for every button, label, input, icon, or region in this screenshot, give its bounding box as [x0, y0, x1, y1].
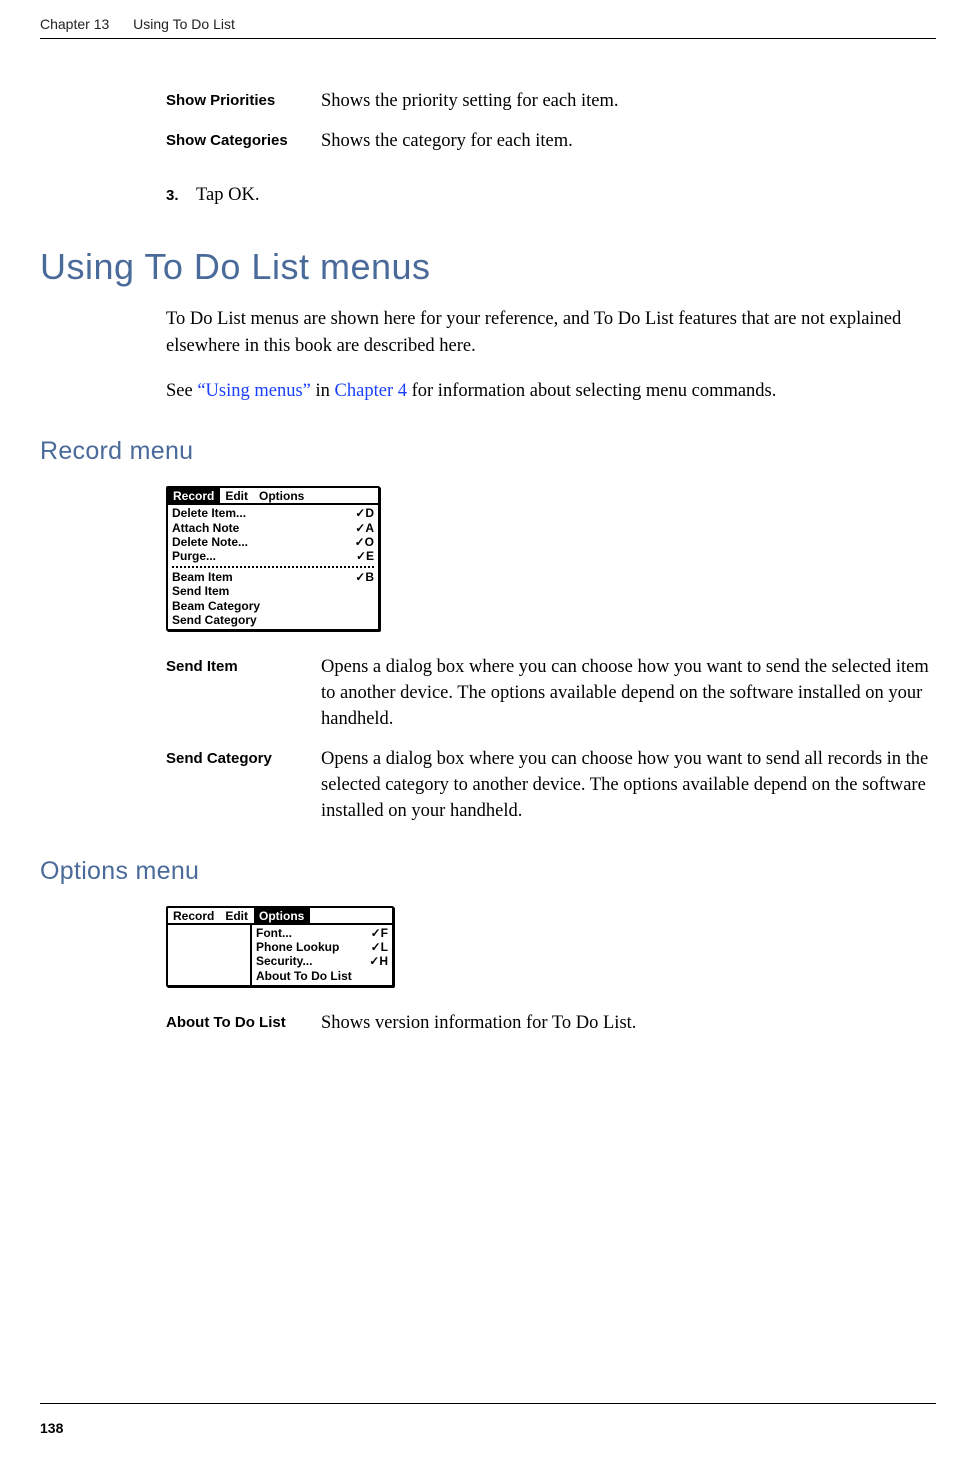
def-desc: Opens a dialog box where you can choose … [321, 655, 936, 733]
record-menu-screenshot: Record Edit Options Delete Item...✓D Att… [166, 486, 380, 631]
def-row: Show Priorities Shows the priority setti… [166, 89, 936, 115]
menu-item: Send Category [172, 613, 374, 627]
menu-separator [172, 566, 374, 568]
def-label: Show Categories [166, 129, 321, 149]
body-paragraph: See “Using menus” in Chapter 4 for infor… [166, 378, 936, 405]
tab-edit: Edit [220, 488, 254, 503]
section-heading: Using To Do List menus [40, 246, 936, 288]
menubar: Record Edit Options [168, 908, 392, 925]
menu-item: Purge...✓E [172, 549, 374, 563]
footer-rule [40, 1403, 936, 1404]
def-desc: Opens a dialog box where you can choose … [321, 747, 936, 825]
page-number: 138 [40, 1420, 63, 1436]
options-menu-screenshot: Record Edit Options Font...✓F Phone Look… [166, 906, 394, 988]
link-chapter-4[interactable]: Chapter 4 [335, 381, 407, 401]
def-row: About To Do List Shows version informati… [166, 1011, 936, 1037]
body-paragraph: To Do List menus are shown here for your… [166, 306, 936, 360]
running-header: Chapter 13 Using To Do List [40, 16, 936, 32]
def-row: Send Category Opens a dialog box where y… [166, 747, 936, 825]
subsection-heading: Options menu [40, 857, 936, 886]
menu-item: Delete Item...✓D [172, 506, 374, 520]
def-desc: Shows the category for each item. [321, 129, 936, 155]
menu-item: Beam Item✓B [172, 570, 374, 584]
tab-options: Options [254, 488, 310, 503]
header-separator [119, 16, 123, 32]
tab-record: Record [168, 908, 220, 923]
menu-item: Security...✓H [256, 954, 388, 968]
menu-item: About To Do List [256, 969, 388, 983]
dropdown: Delete Item...✓D Attach Note✓A Delete No… [168, 505, 378, 629]
step-number: 3. [166, 187, 196, 204]
link-using-menus[interactable]: “Using menus” [197, 381, 311, 401]
text-run: See [166, 381, 197, 401]
def-row: Show Categories Shows the category for e… [166, 129, 936, 155]
def-label: About To Do List [166, 1011, 321, 1031]
menu-item: Font...✓F [256, 926, 388, 940]
menu-item: Send Item [172, 584, 374, 598]
menu-item: Delete Note...✓O [172, 535, 374, 549]
menu-item: Attach Note✓A [172, 521, 374, 535]
menu-item: Beam Category [172, 599, 374, 613]
tab-options: Options [254, 908, 310, 923]
step-text: Tap OK. [196, 185, 259, 206]
dropdown: Font...✓F Phone Lookup✓L Security...✓H A… [250, 925, 392, 986]
step-row: 3. Tap OK. [166, 185, 936, 206]
def-desc: Shows the priority setting for each item… [321, 89, 936, 115]
tab-record: Record [168, 488, 220, 503]
def-row: Send Item Opens a dialog box where you c… [166, 655, 936, 733]
tab-edit: Edit [220, 908, 254, 923]
def-label: Send Category [166, 747, 321, 767]
header-rule [40, 38, 936, 39]
def-label: Send Item [166, 655, 321, 675]
menubar: Record Edit Options [168, 488, 378, 505]
menu-item: Phone Lookup✓L [256, 940, 388, 954]
text-run: in [311, 381, 335, 401]
text-run: for information about selecting menu com… [407, 381, 776, 401]
def-desc: Shows version information for To Do List… [321, 1011, 936, 1037]
subsection-heading: Record menu [40, 437, 936, 466]
content-column: Show Priorities Shows the priority setti… [166, 89, 936, 206]
def-label: Show Priorities [166, 89, 321, 109]
chapter-label: Chapter 13 [40, 16, 109, 32]
chapter-title: Using To Do List [133, 16, 235, 32]
